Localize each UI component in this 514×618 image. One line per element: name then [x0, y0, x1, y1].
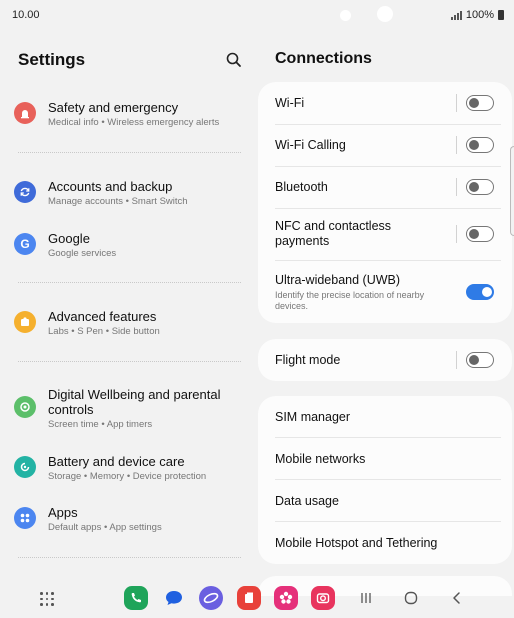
search-button[interactable]	[224, 50, 244, 70]
internet-app-icon[interactable]	[199, 586, 223, 610]
menu-item-label: Accounts and backup	[48, 179, 173, 194]
camera-cutout	[377, 6, 393, 22]
puzzle-icon	[14, 311, 36, 333]
status-time: 10.00	[12, 9, 40, 21]
menu-item-label: Battery and device care	[48, 454, 185, 469]
flight-mode-toggle[interactable]	[466, 352, 494, 368]
uwb-toggle[interactable]	[466, 284, 494, 300]
divider	[456, 351, 457, 369]
connections-pane: Connections Wi-Fi Wi-Fi Calling Bluetoot…	[258, 30, 514, 596]
wifi-calling-label: Wi-Fi Calling	[275, 138, 346, 152]
sync-icon	[14, 181, 36, 203]
mobile-networks-row[interactable]: Mobile networks	[275, 438, 501, 479]
status-right: 100%	[450, 9, 504, 21]
back-icon	[453, 592, 460, 604]
phone-app-icon[interactable]	[124, 586, 148, 610]
menu-item-label: Google	[48, 231, 90, 246]
menu-item-sub: Manage accounts • Smart Switch	[48, 196, 188, 207]
hotspot-label: Mobile Hotspot and Tethering	[275, 536, 438, 550]
google-icon: G	[14, 233, 36, 255]
menu-item-apps[interactable]: Apps Default apps • App settings	[14, 505, 244, 535]
wifi-label: Wi-Fi	[275, 96, 305, 110]
home-icon	[404, 591, 418, 605]
divider	[456, 136, 457, 154]
divider	[456, 94, 457, 112]
status-bar: 10.00 100%	[0, 0, 514, 30]
network-card: SIM manager Mobile networks Data usage M…	[258, 396, 512, 564]
camera-app-icon[interactable]	[311, 586, 335, 610]
flight-mode-label: Flight mode	[275, 353, 341, 367]
recents-icon	[361, 593, 371, 603]
menu-item-sub: Medical info • Wireless emergency alerts	[48, 117, 220, 128]
menu-item-label: Safety and emergency	[48, 100, 179, 115]
uwb-description: Identify the precise location of nearby …	[275, 290, 425, 311]
menu-item-label: Digital Wellbeing and parental controls	[48, 387, 221, 417]
menu-item-safety-emergency[interactable]: Safety and emergency Medical info • Wire…	[14, 100, 244, 130]
gallery-app-icon[interactable]	[274, 586, 298, 610]
menu-item-battery-device-care[interactable]: Battery and device care Storage • Memory…	[14, 454, 244, 484]
menu-item-sub: Storage • Memory • Device protection	[48, 471, 207, 482]
divider	[456, 225, 457, 243]
nfc-label: NFC and contactless payments	[275, 219, 392, 248]
edge-panel-handle[interactable]	[510, 146, 514, 236]
bluetooth-toggle[interactable]	[466, 179, 494, 195]
menu-item-sub: Google services	[48, 248, 117, 259]
page-title: Settings	[18, 50, 86, 69]
bluetooth-label: Bluetooth	[275, 180, 328, 194]
data-usage-row[interactable]: Data usage	[275, 480, 501, 521]
settings-pane: Settings Safety and emergency Medical in…	[0, 30, 254, 578]
divider	[456, 178, 457, 196]
battery-icon	[498, 10, 504, 20]
nfc-toggle[interactable]	[466, 226, 494, 242]
wellbeing-icon	[14, 396, 36, 418]
battery-percent: 100%	[465, 9, 494, 21]
back-button[interactable]	[447, 588, 467, 608]
uwb-label: Ultra-wideband (UWB)	[275, 273, 401, 287]
camera-cutout	[340, 10, 351, 21]
divider	[18, 152, 241, 153]
wifi-calling-toggle[interactable]	[466, 137, 494, 153]
home-button[interactable]	[401, 588, 421, 608]
wifi-toggle[interactable]	[466, 95, 494, 111]
sim-manager-row[interactable]: SIM manager	[275, 396, 501, 437]
recents-button[interactable]	[356, 588, 376, 608]
hotspot-row[interactable]: Mobile Hotspot and Tethering	[275, 522, 501, 563]
menu-item-accounts-backup[interactable]: Accounts and backup Manage accounts • Sm…	[14, 179, 244, 209]
connections-card: Wi-Fi Wi-Fi Calling Bluetooth NFC and co…	[258, 82, 512, 323]
apps-icon	[14, 507, 36, 529]
divider	[18, 361, 241, 362]
flight-mode-card: Flight mode	[258, 339, 512, 381]
apps-grid-icon[interactable]	[40, 592, 54, 606]
messages-app-icon[interactable]	[162, 586, 186, 610]
menu-item-label: Apps	[48, 505, 78, 520]
menu-item-sub: Default apps • App settings	[48, 522, 162, 533]
nav-bar	[0, 578, 514, 618]
menu-item-google[interactable]: G Google Google services	[14, 231, 244, 261]
search-icon	[226, 52, 241, 67]
connections-title: Connections	[275, 50, 372, 67]
menu-item-sub: Screen time • App timers	[48, 419, 153, 430]
notes-app-icon[interactable]	[237, 586, 261, 610]
sim-manager-label: SIM manager	[275, 410, 351, 424]
menu-item-advanced-features[interactable]: Advanced features Labs • S Pen • Side bu…	[14, 309, 244, 339]
mobile-networks-label: Mobile networks	[275, 452, 366, 466]
menu-item-digital-wellbeing[interactable]: Digital Wellbeing and parental controls …	[14, 387, 244, 432]
menu-item-sub: Labs • S Pen • Side button	[48, 326, 160, 337]
divider	[18, 557, 241, 558]
signal-icon	[450, 10, 462, 20]
data-usage-label: Data usage	[275, 494, 339, 508]
device-care-icon	[14, 456, 36, 478]
divider	[18, 282, 241, 283]
menu-item-label: Advanced features	[48, 309, 157, 324]
siren-icon	[14, 102, 36, 124]
